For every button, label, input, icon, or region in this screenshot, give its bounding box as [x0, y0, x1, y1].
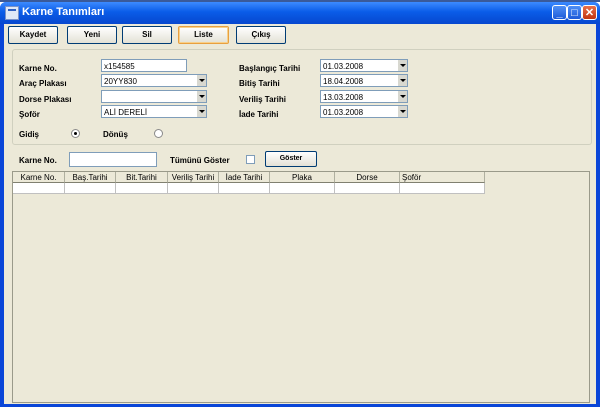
iade-tarihi-picker[interactable]: 01.03.2008 [320, 105, 408, 118]
karne-no-value: x154585 [104, 62, 135, 71]
karne-list-grid[interactable]: Karne No. Baş.Tarihi Bit.Tarihi Veriliş … [12, 171, 590, 403]
tumunu-goster-label: Tümünü Göster [170, 156, 230, 165]
filter-karne-no-label: Karne No. [19, 156, 57, 165]
table-cell[interactable] [13, 183, 65, 194]
form-client-area: Kaydet Yeni Sil Liste Çıkış Karne No. x1… [4, 24, 596, 404]
baslangic-tarihi-picker[interactable]: 01.03.2008 [320, 59, 408, 72]
baslangic-tarihi-value: 01.03.2008 [323, 62, 364, 71]
donus-label: Dönüş [103, 130, 128, 139]
window-app-icon [5, 6, 19, 20]
column-header[interactable]: İade Tarihi [219, 172, 270, 183]
sil-button[interactable]: Sil [122, 26, 172, 44]
sofor-label: Şoför [19, 110, 40, 119]
karne-details-group [12, 49, 592, 145]
baslangic-tarihi-label: Başlangıç Tarihi [239, 64, 301, 73]
chevron-down-icon[interactable] [197, 75, 206, 86]
yeni-button[interactable]: Yeni [67, 26, 117, 44]
bitis-tarihi-value: 18.04.2008 [323, 77, 364, 86]
chevron-down-icon[interactable] [398, 91, 407, 102]
table-cell[interactable] [168, 183, 219, 194]
table-cell[interactable] [270, 183, 335, 194]
gidis-label: Gidiş [19, 130, 40, 139]
bitis-tarihi-picker[interactable]: 18.04.2008 [320, 74, 408, 87]
close-icon: ✕ [584, 7, 595, 19]
karne-window: Karne Tanımları _ □ ✕ Kaydet Yeni Sil Li… [0, 2, 600, 407]
cikis-button[interactable]: Çıkış [236, 26, 286, 44]
column-header[interactable]: Plaka [270, 172, 335, 183]
table-cell[interactable] [65, 183, 116, 194]
maximize-icon: □ [571, 7, 578, 19]
table-cell[interactable] [116, 183, 168, 194]
karne-no-field[interactable]: x154585 [101, 59, 187, 72]
arac-plakasi-label: Araç Plakası [19, 79, 67, 88]
column-header[interactable]: Veriliş Tarihi [168, 172, 219, 183]
column-header[interactable]: Baş.Tarihi [65, 172, 116, 183]
column-header[interactable]: Bit.Tarihi [116, 172, 168, 183]
arac-plakasi-value: 20YY830 [104, 77, 137, 86]
maximize-button[interactable]: □ [567, 5, 582, 20]
chevron-down-icon[interactable] [197, 91, 206, 102]
table-cell[interactable] [219, 183, 270, 194]
minimize-icon: _ [556, 7, 563, 19]
bitis-tarihi-label: Bitiş Tarihi [239, 79, 280, 88]
minimize-button[interactable]: _ [552, 5, 567, 20]
chevron-down-icon[interactable] [398, 106, 407, 117]
column-header[interactable]: Dorse [335, 172, 400, 183]
column-header[interactable]: Karne No. [13, 172, 65, 183]
filter-karne-no-input[interactable] [69, 152, 157, 167]
column-header[interactable]: Şoför [400, 172, 485, 183]
tumunu-goster-checkbox[interactable] [246, 155, 255, 164]
table-cell[interactable] [400, 183, 485, 194]
iade-tarihi-value: 01.03.2008 [323, 108, 364, 117]
title-bar[interactable]: Karne Tanımları _ □ ✕ [0, 2, 600, 24]
iade-tarihi-label: İade Tarihi [239, 110, 279, 119]
verilis-tarihi-label: Veriliş Tarihi [239, 95, 286, 104]
dorse-plakasi-label: Dorse Plakası [19, 95, 72, 104]
liste-button[interactable]: Liste [178, 26, 229, 44]
dorse-plakasi-dropdown[interactable] [101, 90, 207, 103]
karne-no-label: Karne No. [19, 64, 57, 73]
sofor-dropdown[interactable]: ALİ DERELİ [101, 105, 207, 118]
chevron-down-icon[interactable] [197, 106, 206, 117]
chevron-down-icon[interactable] [398, 75, 407, 86]
sofor-value: ALİ DERELİ [104, 108, 148, 117]
gidis-radio[interactable] [71, 129, 80, 138]
close-button[interactable]: ✕ [582, 5, 597, 20]
donus-radio[interactable] [154, 129, 163, 138]
verilis-tarihi-picker[interactable]: 13.03.2008 [320, 90, 408, 103]
window-title: Karne Tanımları [22, 6, 105, 18]
kaydet-button[interactable]: Kaydet [8, 26, 58, 44]
chevron-down-icon[interactable] [398, 60, 407, 71]
arac-plakasi-dropdown[interactable]: 20YY830 [101, 74, 207, 87]
goster-button[interactable]: Göster [265, 151, 317, 167]
verilis-tarihi-value: 13.03.2008 [323, 93, 364, 102]
table-cell[interactable] [335, 183, 400, 194]
